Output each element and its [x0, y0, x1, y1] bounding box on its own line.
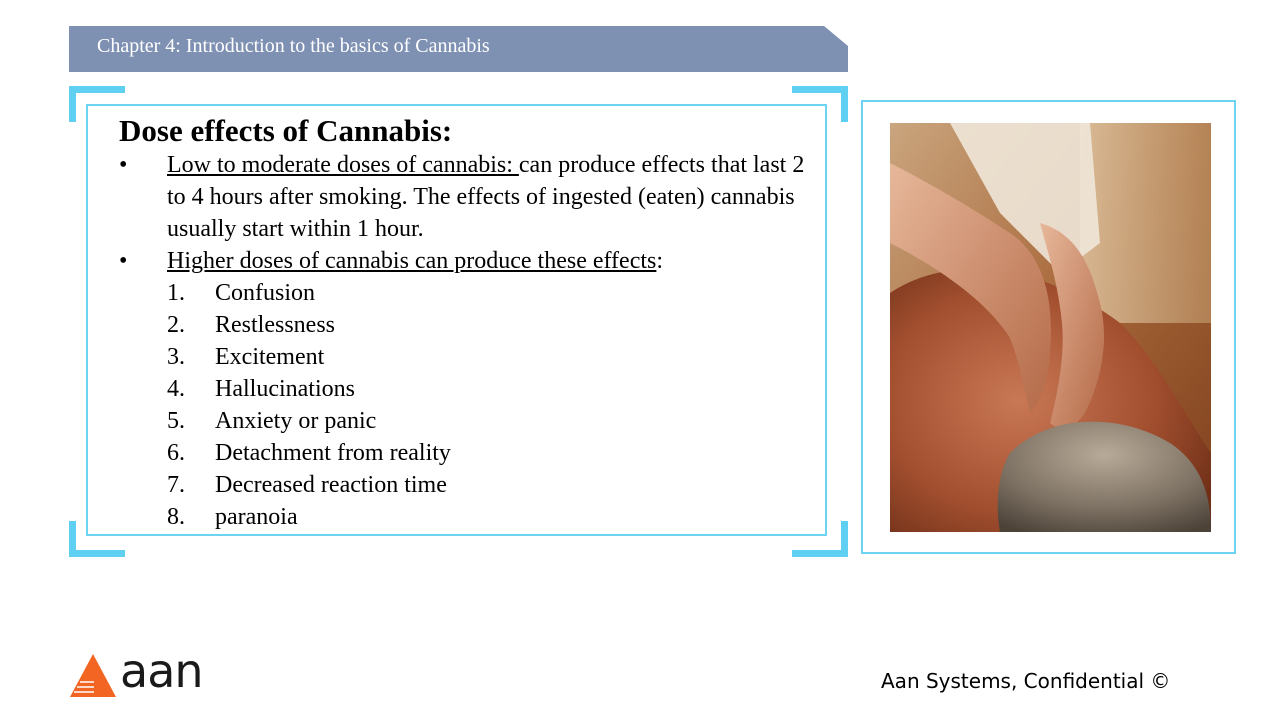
corner-bracket-top-left-vertical [69, 86, 76, 122]
effects-list-item: 4. Hallucinations [119, 373, 819, 405]
effects-list-item: 7. Decreased reaction time [119, 469, 819, 501]
text-panel-content: Dose effects of Cannabis: • Low to moder… [119, 113, 819, 533]
list-number: 6. [167, 440, 185, 466]
list-item-text: Decreased reaction time [215, 472, 447, 498]
effects-list-item: 3. Excitement [119, 341, 819, 373]
bullet-dot: • [119, 152, 128, 178]
list-item-text: Confusion [215, 280, 316, 306]
text-panel-frame: Dose effects of Cannabis: • Low to moder… [69, 86, 848, 557]
list-item-text: Hallucinations [215, 376, 355, 402]
list-number: 2. [167, 312, 185, 338]
effects-list-item: 5. Anxiety or panic [119, 405, 819, 437]
effects-list: 1. Confusion 2. Restlessness 3. Excitement … [119, 277, 819, 533]
effects-list-item: 8. paranoia [119, 501, 819, 533]
confidential-notice: Aan Systems, Confidential © [881, 669, 1171, 693]
list-item-text: Restlessness [215, 312, 335, 338]
list-item-text: Detachment from reality [215, 440, 451, 466]
corner-bracket-top-right-vertical [841, 86, 848, 122]
list-number: 7. [167, 472, 185, 498]
massage-photo [890, 123, 1211, 532]
list-item-text: Anxiety or panic [215, 408, 377, 434]
list-number: 8. [167, 504, 185, 530]
bullet-high-dose-text: : [656, 248, 664, 274]
bullet-low-dose: • Low to moderate doses of cannabis: can… [119, 149, 819, 245]
effects-list-item: 6. Detachment from reality [119, 437, 819, 469]
chapter-banner: Chapter 4: Introduction to the basics of… [69, 26, 848, 72]
list-item-text: paranoia [215, 504, 298, 530]
aan-logo: aan [68, 644, 204, 702]
corner-bracket-top-left [69, 86, 125, 93]
bullet-low-dose-lead: Low to moderate doses of cannabis: [167, 152, 519, 178]
section-heading: Dose effects of Cannabis: [119, 113, 453, 148]
effects-list-item: 1. Confusion [119, 277, 819, 309]
corner-bracket-bottom-right [792, 550, 848, 557]
list-item-text: Excitement [215, 344, 325, 370]
bullet-high-dose-lead: Higher doses of cannabis can produce the… [167, 248, 657, 274]
corner-bracket-bottom-left [69, 550, 125, 557]
list-number: 1. [167, 280, 185, 306]
logo-triangle-icon [70, 654, 116, 697]
list-number: 5. [167, 408, 185, 434]
chapter-title: Chapter 4: Introduction to the basics of… [97, 35, 490, 57]
bullet-dot: • [119, 248, 128, 274]
effects-list-item: 2. Restlessness [119, 309, 819, 341]
corner-bracket-top-right [792, 86, 848, 93]
list-number: 3. [167, 344, 185, 370]
image-panel [861, 100, 1236, 554]
corner-bracket-bottom-right-vertical [841, 521, 848, 557]
corner-bracket-bottom-left-vertical [69, 521, 76, 557]
list-number: 4. [167, 376, 185, 402]
bullet-high-dose: • Higher doses of cannabis can produce t… [119, 245, 819, 277]
logo-wordmark: aan [120, 644, 204, 698]
